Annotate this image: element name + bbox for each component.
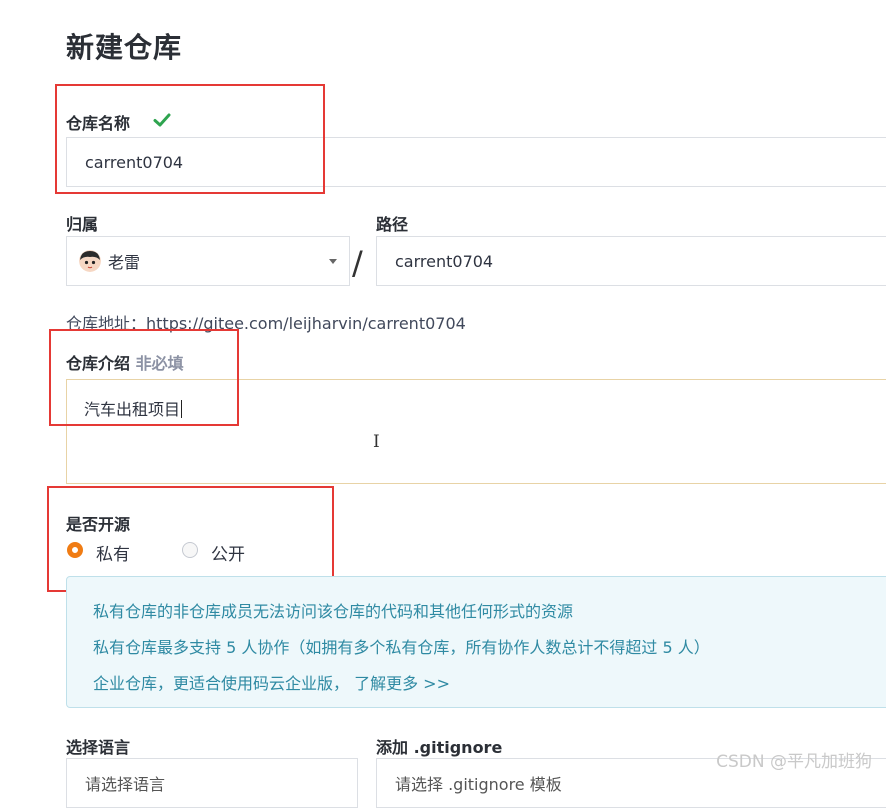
notice-line: 私有仓库的非仓库成员无法访问该仓库的代码和其他任何形式的资源: [93, 602, 574, 621]
language-label: 选择语言: [66, 738, 131, 757]
notice-line: 私有仓库最多支持 5 人协作（如拥有多个私有仓库，所有协作人数总计不得超过 5 …: [93, 638, 710, 657]
chevron-down-icon: [329, 259, 337, 264]
watermark: CSDN @平凡加班狗: [716, 752, 872, 772]
notice-link-learn-more[interactable]: 企业仓库，更适合使用码云企业版， 了解更多 >>: [93, 670, 450, 694]
private-repo-notice: 私有仓库的非仓库成员无法访问该仓库的代码和其他任何形式的资源 私有仓库最多支持 …: [66, 576, 886, 708]
highlight-box-intro: [49, 329, 239, 426]
owner-select[interactable]: 老雷: [66, 236, 350, 286]
path-separator: /: [352, 244, 363, 282]
path-input[interactable]: carrent0704: [376, 236, 886, 286]
gitignore-label: 添加 .gitignore: [376, 738, 503, 757]
highlight-box-repo-name: [55, 84, 325, 194]
path-value: carrent0704: [395, 251, 494, 271]
path-label: 路径: [376, 215, 409, 234]
language-select[interactable]: 请选择语言: [66, 758, 358, 808]
page-title: 新建仓库: [66, 31, 183, 64]
owner-selected-value: 老雷: [108, 253, 141, 272]
ibeam-cursor-icon: I: [373, 432, 380, 452]
gitignore-placeholder: 请选择 .gitignore 模板: [395, 775, 562, 794]
avatar: [79, 250, 101, 272]
owner-label: 归属: [66, 215, 99, 234]
language-placeholder: 请选择语言: [85, 775, 166, 794]
